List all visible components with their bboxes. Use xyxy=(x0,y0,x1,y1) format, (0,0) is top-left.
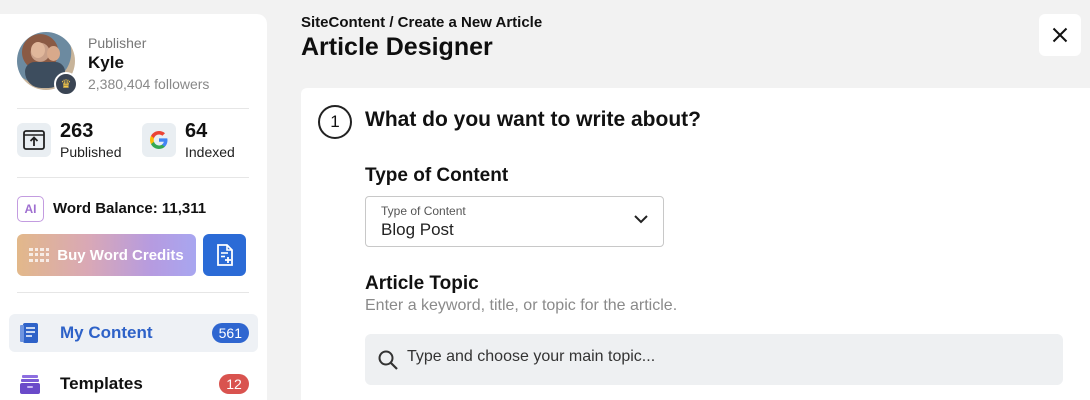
divider xyxy=(17,292,249,293)
chevron-down-icon xyxy=(634,215,648,224)
count-badge: 561 xyxy=(211,323,249,343)
sidebar-item-my-content[interactable]: My Content 561 xyxy=(9,314,258,352)
topic-search-box[interactable] xyxy=(365,334,1063,385)
indexed-count: 64 xyxy=(185,120,208,142)
breadcrumb: SiteContent / Create a New Article xyxy=(301,14,543,31)
new-document-button[interactable] xyxy=(203,234,246,276)
indexed-label: Indexed xyxy=(185,144,235,160)
content-type-floating-label: Type of Content xyxy=(381,204,466,218)
sidebar: ♛ Publisher Kyle 2,380,404 followers 263… xyxy=(0,14,267,400)
buy-word-credits-label: Buy Word Credits xyxy=(57,246,184,264)
content-type-value: Blog Post xyxy=(381,220,454,239)
published-label: Published xyxy=(60,144,122,160)
step-question: What do you want to write about? xyxy=(365,108,701,131)
upload-screen-icon xyxy=(17,123,51,157)
close-button[interactable] xyxy=(1039,14,1081,56)
buy-word-credits-button[interactable]: Buy Word Credits xyxy=(17,234,196,276)
count-badge: 12 xyxy=(219,374,249,394)
page-title: Article Designer xyxy=(301,33,493,61)
close-icon xyxy=(1052,27,1068,43)
word-balance: AI Word Balance: 11,311 xyxy=(17,195,257,223)
published-count: 263 xyxy=(60,120,94,142)
profile-card[interactable]: ♛ Publisher Kyle 2,380,404 followers xyxy=(17,32,257,102)
divider xyxy=(17,177,249,178)
profile-name: Kyle xyxy=(88,53,124,72)
ai-icon: AI xyxy=(17,196,44,222)
document-stack-icon xyxy=(18,321,42,345)
sidebar-item-label: My Content xyxy=(60,323,153,342)
content-type-select[interactable]: Type of Content Blog Post xyxy=(365,196,664,247)
profile-role: Publisher xyxy=(88,35,147,51)
stat-indexed[interactable]: 64 Indexed xyxy=(142,120,262,160)
stat-published[interactable]: 263 Published xyxy=(17,120,137,160)
crown-icon: ♛ xyxy=(54,72,78,96)
google-icon xyxy=(142,123,176,157)
divider xyxy=(17,108,249,109)
article-topic-hint: Enter a keyword, title, or topic for the… xyxy=(365,297,678,314)
credits-icon xyxy=(29,248,50,262)
templates-tray-icon xyxy=(18,372,42,396)
add-document-icon xyxy=(216,244,233,266)
sidebar-item-label: Templates xyxy=(60,374,143,393)
word-balance-text: Word Balance: 11,311 xyxy=(53,200,207,217)
content-type-title: Type of Content xyxy=(365,165,509,186)
article-form-card: 1 What do you want to write about? Type … xyxy=(301,88,1090,400)
topic-search-input[interactable] xyxy=(407,348,1047,366)
step-number: 1 xyxy=(318,105,352,139)
sidebar-item-templates[interactable]: Templates 12 xyxy=(9,365,258,400)
avatar[interactable]: ♛ xyxy=(17,32,78,96)
article-topic-title: Article Topic xyxy=(365,273,479,294)
profile-followers: 2,380,404 followers xyxy=(88,76,210,92)
search-icon xyxy=(378,350,398,370)
